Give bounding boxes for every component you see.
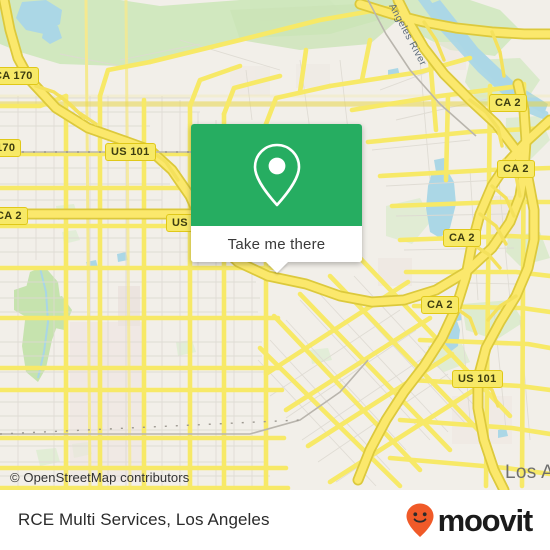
popup-action-bar[interactable]: Take me there bbox=[191, 226, 362, 262]
place-name-label: RCE Multi Services, Los Angeles bbox=[18, 510, 270, 529]
moovit-logo[interactable]: moovit bbox=[405, 502, 534, 538]
map-canvas[interactable]: CA 170 170 CA 2 US 101 US CA 2 CA 2 CA 2… bbox=[0, 0, 550, 490]
moovit-wordmark: moovit bbox=[437, 502, 534, 538]
shield-ca-170: CA 170 bbox=[0, 67, 39, 85]
shield-ca-2-northeast: CA 2 bbox=[489, 94, 527, 112]
shield-ca-2-west: CA 2 bbox=[0, 207, 28, 225]
shield-us-101-north: US 101 bbox=[105, 143, 156, 161]
place-popup[interactable]: Take me there bbox=[191, 124, 362, 273]
shield-ca-2-upper: CA 2 bbox=[497, 160, 535, 178]
shield-ca-2-southeast: CA 2 bbox=[421, 296, 459, 314]
moovit-pin-icon bbox=[406, 503, 434, 537]
shield-ca-2-east: CA 2 bbox=[443, 229, 481, 247]
osm-attribution[interactable]: © OpenStreetMap contributors bbox=[10, 470, 189, 485]
popup-pointer-tail bbox=[265, 262, 288, 273]
take-me-there-label: Take me there bbox=[227, 235, 326, 253]
popup-header bbox=[191, 124, 362, 226]
moovit-map-page: CA 170 170 CA 2 US 101 US CA 2 CA 2 CA 2… bbox=[0, 0, 550, 550]
shield-us-101-south: US 101 bbox=[452, 370, 503, 388]
map-pin-icon bbox=[253, 143, 300, 207]
shield-170: 170 bbox=[0, 139, 22, 157]
city-label-los-angeles: Los A bbox=[505, 462, 550, 483]
bottom-info-bar: RCE Multi Services, Los Angeles moovit bbox=[0, 490, 550, 550]
shield-us-partial: US bbox=[166, 214, 194, 232]
